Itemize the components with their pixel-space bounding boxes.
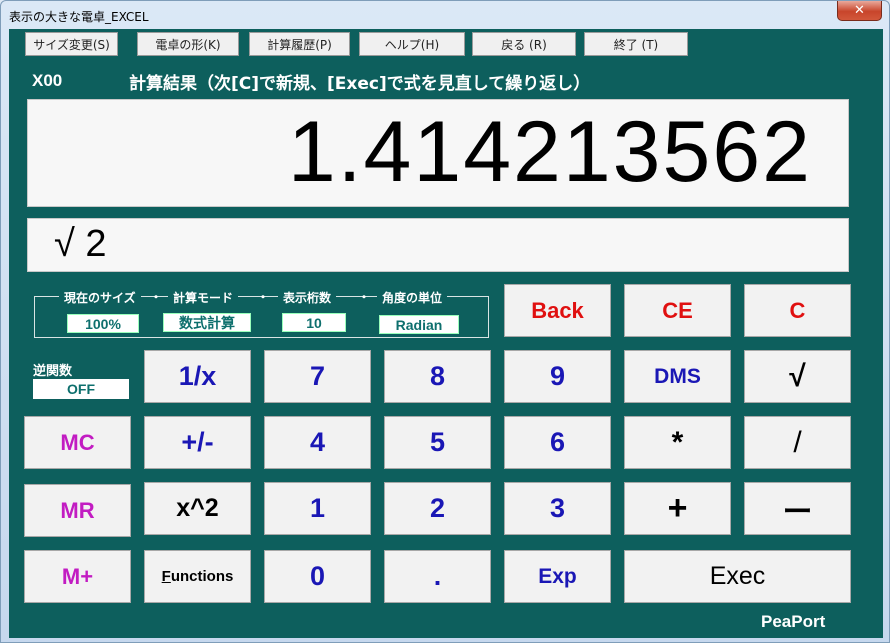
plus-minus-key[interactable]: +/- bbox=[144, 416, 251, 469]
calc-mode-value[interactable]: 数式計算 bbox=[163, 313, 251, 332]
multiply-key[interactable]: * bbox=[624, 416, 731, 469]
back-key[interactable]: Back bbox=[504, 284, 611, 337]
digits-value[interactable]: 10 bbox=[282, 313, 346, 332]
calculator-shape-button[interactable]: 電卓の形(K) bbox=[137, 32, 239, 56]
window-title: 表示の大きな電卓_EXCEL bbox=[9, 10, 149, 24]
memory-add-key[interactable]: M+ bbox=[24, 550, 131, 603]
inverse-toggle[interactable]: OFF bbox=[33, 379, 129, 399]
separator-dot: ・ bbox=[257, 290, 270, 304]
minus-key[interactable]: ー bbox=[744, 482, 851, 535]
help-button[interactable]: ヘルプ(H) bbox=[359, 32, 465, 56]
mode-code: X00 bbox=[32, 71, 63, 90]
expression-value: √ 2 bbox=[54, 223, 107, 265]
resize-button[interactable]: サイズ変更(S) bbox=[25, 32, 118, 56]
sqrt-key[interactable]: √ bbox=[744, 350, 851, 403]
plus-key[interactable]: + bbox=[624, 482, 731, 535]
functions-key[interactable]: Functions bbox=[144, 550, 251, 603]
digit-9-key[interactable]: 9 bbox=[504, 350, 611, 403]
digit-3-key[interactable]: 3 bbox=[504, 482, 611, 535]
size-label: 現在のサイズ bbox=[59, 289, 141, 306]
digit-7-key[interactable]: 7 bbox=[264, 350, 371, 403]
angle-value[interactable]: Radian bbox=[379, 315, 459, 334]
digit-4-key[interactable]: 4 bbox=[264, 416, 371, 469]
functions-hotkey: F bbox=[161, 568, 171, 585]
exp-key[interactable]: Exp bbox=[504, 550, 611, 603]
digit-6-key[interactable]: 6 bbox=[504, 416, 611, 469]
digit-2-key[interactable]: 2 bbox=[384, 482, 491, 535]
status-hint: 計算結果（次[C]で新規、[Exec]で式を見直して繰り返し） bbox=[129, 74, 591, 94]
digit-1-key[interactable]: 1 bbox=[264, 482, 371, 535]
clear-entry-key[interactable]: CE bbox=[624, 284, 731, 337]
title-bar[interactable]: 表示の大きな電卓_EXCEL ✕ bbox=[1, 1, 889, 29]
expression-display: √ 2 bbox=[27, 218, 849, 272]
settings-panel: 現在のサイズ ・ 計算モード ・ 表示桁数 ・ 角度の単位 100% 数式計算 … bbox=[34, 289, 489, 338]
digit-8-key[interactable]: 8 bbox=[384, 350, 491, 403]
inverse-label: 逆関数 bbox=[33, 364, 73, 379]
dms-key[interactable]: DMS bbox=[624, 350, 731, 403]
digit-5-key[interactable]: 5 bbox=[384, 416, 491, 469]
angle-label: 角度の単位 bbox=[377, 289, 448, 306]
decimal-point-key[interactable]: . bbox=[384, 550, 491, 603]
digits-label: 表示桁数 bbox=[278, 289, 337, 306]
result-display: 1.414213562 bbox=[27, 99, 849, 207]
clear-key[interactable]: C bbox=[744, 284, 851, 337]
memory-recall-key[interactable]: MR bbox=[24, 484, 131, 537]
memory-clear-key[interactable]: MC bbox=[24, 416, 131, 469]
brand-label: PeaPort bbox=[761, 612, 826, 631]
digit-0-key[interactable]: 0 bbox=[264, 550, 371, 603]
history-button[interactable]: 計算履歴(P) bbox=[249, 32, 350, 56]
separator-dot: ・ bbox=[358, 290, 371, 304]
result-value: 1.414213562 bbox=[287, 104, 812, 200]
back-menu-button[interactable]: 戻る (R) bbox=[472, 32, 576, 56]
separator-dot: ・ bbox=[150, 290, 163, 304]
reciprocal-key[interactable]: 1/x bbox=[144, 350, 251, 403]
square-key[interactable]: x^2 bbox=[144, 482, 251, 535]
divide-key[interactable]: / bbox=[744, 416, 851, 469]
calc-mode-label: 計算モード bbox=[168, 289, 239, 306]
exit-button[interactable]: 終了 (T) bbox=[584, 32, 688, 56]
size-value[interactable]: 100% bbox=[67, 314, 139, 333]
close-icon: ✕ bbox=[854, 3, 865, 18]
exec-key[interactable]: Exec bbox=[624, 550, 851, 603]
calculator-window: 表示の大きな電卓_EXCEL ✕ サイズ変更(S) 電卓の形(K) 計算履歴(P… bbox=[0, 0, 890, 643]
close-button[interactable]: ✕ bbox=[837, 1, 882, 21]
calculator-body: サイズ変更(S) 電卓の形(K) 計算履歴(P) ヘルプ(H) 戻る (R) 終… bbox=[9, 29, 883, 638]
functions-label: unctions bbox=[170, 568, 234, 585]
